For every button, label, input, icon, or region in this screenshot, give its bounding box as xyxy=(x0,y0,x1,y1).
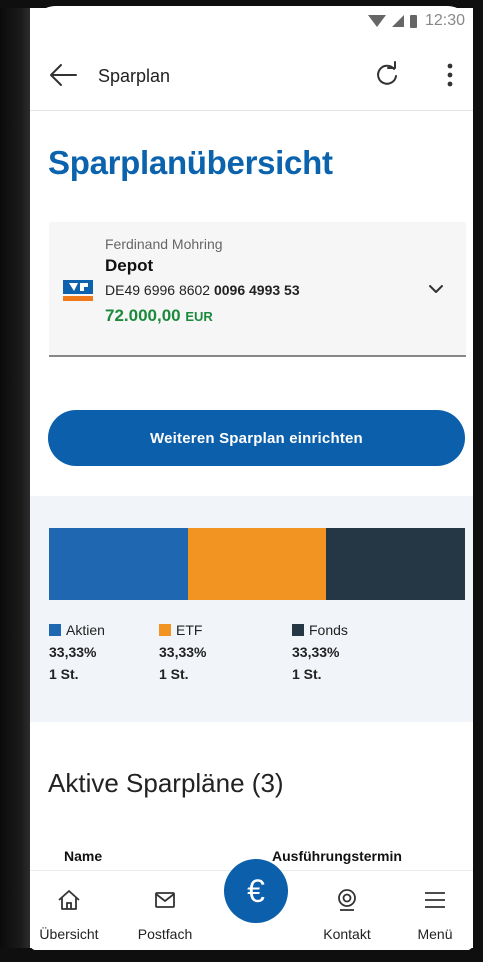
nav-item-mailbox[interactable]: Postfach xyxy=(126,871,204,950)
legend-item-aktien: Aktien 33,33% 1 St. xyxy=(49,622,105,682)
legend-count: 1 St. xyxy=(292,666,322,682)
nav-item-overview[interactable]: Übersicht xyxy=(30,871,108,950)
legend-item-etf: ETF 33,33% 1 St. xyxy=(159,622,206,682)
euro-icon[interactable]: € xyxy=(224,859,288,923)
back-arrow-icon[interactable] xyxy=(48,62,78,88)
nav-label-overview: Übersicht xyxy=(39,926,99,942)
nav-label-menu: Menü xyxy=(417,926,453,942)
bar-segment-aktien xyxy=(49,528,188,600)
signal-icon xyxy=(391,15,404,27)
legend-percentage: 33,33% xyxy=(292,644,340,660)
more-vertical-icon[interactable] xyxy=(440,60,460,90)
refresh-icon[interactable] xyxy=(372,60,402,90)
column-header-name: Name xyxy=(64,848,103,864)
account-owner: Ferdinand Mohring xyxy=(105,236,223,252)
nav-item-contact[interactable]: Kontakt xyxy=(308,871,386,950)
legend-label: ETF xyxy=(176,622,203,638)
contact-icon xyxy=(334,887,360,913)
balance-currency: EUR xyxy=(185,309,213,324)
legend-row: Fonds xyxy=(292,622,348,638)
legend-count: 1 St. xyxy=(159,666,189,682)
menu-icon xyxy=(422,887,448,913)
bar-segment-fonds xyxy=(326,528,465,600)
active-plans-title: Aktive Sparpläne (3) xyxy=(48,768,284,798)
legend-count: 1 St. xyxy=(49,666,79,682)
mail-icon xyxy=(152,887,178,913)
legend-row: Aktien xyxy=(49,622,105,638)
home-icon xyxy=(56,887,82,913)
status-time: 12:30 xyxy=(424,12,465,29)
page-title: Sparplanübersicht xyxy=(48,144,333,181)
allocation-chart-panel: Aktien 33,33% 1 St. ETF 33,33% 1 St. Fonds 33,3… xyxy=(30,496,473,722)
nav-label-mailbox: Postfach xyxy=(137,926,193,942)
legend-label: Fonds xyxy=(309,622,348,638)
app-bar: Sparplan xyxy=(30,40,473,110)
status-bar: 12:30 xyxy=(30,6,473,40)
app-screen: 12:30 Sparplan Sparplanübersicht Ferdina… xyxy=(30,6,473,950)
account-selector[interactable]: Ferdinand Mohring Depot DE49 6996 8602 0… xyxy=(49,222,466,357)
bottom-navigation: Übersicht Postfach € Kontakt Menü xyxy=(30,859,473,950)
legend-swatch xyxy=(292,624,304,636)
bar-segment-etf xyxy=(187,528,327,600)
app-bar-divider xyxy=(30,110,473,111)
add-savings-plan-button[interactable]: Weiteren Sparplan einrichten xyxy=(48,410,465,466)
wifi-icon xyxy=(367,15,386,27)
device-bezel-left xyxy=(0,0,30,962)
balance-amount: 72.000,00 xyxy=(105,306,181,325)
legend-percentage: 33,33% xyxy=(159,644,207,660)
nav-label-contact: Kontakt xyxy=(323,926,371,942)
legend-percentage: 33,33% xyxy=(49,644,97,660)
legend-swatch xyxy=(49,624,61,636)
battery-icon xyxy=(409,14,417,28)
allocation-bar xyxy=(49,528,465,600)
device-bezel-bottom xyxy=(0,948,483,962)
chevron-down-icon[interactable] xyxy=(427,280,445,298)
legend-row: ETF xyxy=(159,622,206,638)
app-bar-title: Sparplan xyxy=(98,66,171,86)
iban-prefix: DE49 6996 8602 xyxy=(105,282,211,298)
bank-logo-icon xyxy=(63,280,93,302)
account-name: Depot xyxy=(105,256,154,275)
status-icons: 12:30 xyxy=(367,12,465,30)
nav-item-menu[interactable]: Menü xyxy=(402,871,468,950)
legend-label: Aktien xyxy=(66,622,105,638)
account-balance: 72.000,00 EUR xyxy=(105,306,213,326)
account-iban: DE49 6996 8602 0096 4993 53 xyxy=(105,282,300,298)
legend-item-fonds: Fonds 33,33% 1 St. xyxy=(292,622,348,682)
iban-suffix: 0096 4993 53 xyxy=(213,282,300,298)
column-header-date: Ausführungstermin xyxy=(272,848,402,864)
device-bezel-right xyxy=(473,0,483,962)
legend-swatch xyxy=(159,624,171,636)
